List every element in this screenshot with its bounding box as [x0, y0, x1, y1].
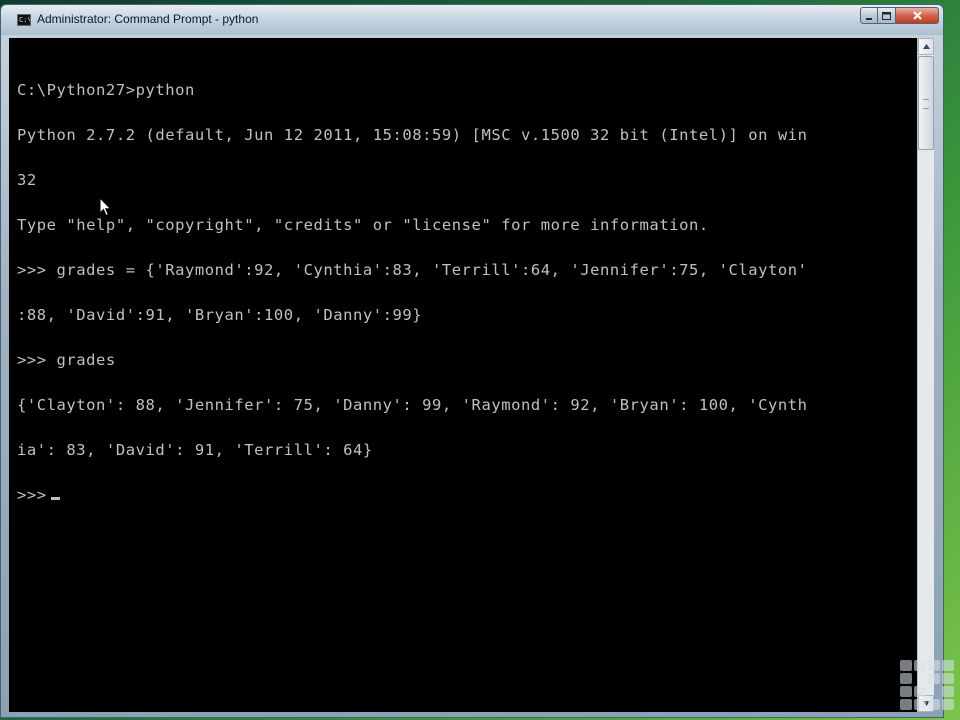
mouse-pointer-icon — [99, 197, 112, 217]
console-prompt: >>> — [17, 486, 47, 504]
watermark-cell — [942, 673, 954, 684]
console-line: ia': 83, 'David': 91, 'Terrill': 64} — [17, 441, 373, 459]
watermark-cell — [942, 699, 954, 710]
watermark-cell — [928, 699, 940, 710]
vertical-scrollbar[interactable] — [917, 38, 934, 712]
console-line: {'Clayton': 88, 'Jennifer': 75, 'Danny':… — [17, 396, 808, 414]
watermark-cell — [900, 686, 912, 697]
console-line: Python 2.7.2 (default, Jun 12 2011, 15:0… — [17, 126, 808, 144]
text-cursor — [50, 497, 60, 500]
console-line: >>> grades = {'Raymond':92, 'Cynthia':83… — [17, 261, 808, 279]
minimize-icon — [866, 17, 872, 20]
close-icon — [912, 11, 922, 20]
close-button[interactable] — [896, 7, 939, 24]
maximize-button[interactable] — [878, 7, 896, 24]
watermark-cell — [900, 699, 912, 710]
console-line: Type "help", "copyright", "credits" or "… — [17, 216, 709, 234]
console-prompt-line[interactable]: >>> — [17, 486, 808, 504]
console-line: C:\Python27>python — [17, 81, 195, 99]
arrow-up-icon — [922, 44, 930, 49]
watermark-cell — [928, 673, 940, 684]
window-title: Administrator: Command Prompt - python — [37, 12, 259, 26]
console-line: >>> grades — [17, 351, 116, 369]
title-bar[interactable]: C:\ Administrator: Command Prompt - pyth… — [1, 5, 943, 35]
console-line: :88, 'David':91, 'Bryan':100, 'Danny':99… — [17, 306, 423, 324]
command-prompt-window[interactable]: C:\ Administrator: Command Prompt - pyth… — [0, 4, 944, 718]
watermark-cell — [900, 660, 912, 671]
watermark-cell — [942, 686, 954, 697]
cmd-icon[interactable]: C:\ — [17, 14, 31, 26]
watermark-logo — [900, 660, 958, 712]
watermark-cell — [914, 673, 926, 684]
console-output-area[interactable]: C:\Python27>python Python 2.7.2 (default… — [9, 38, 917, 712]
scroll-up-button[interactable] — [918, 38, 934, 55]
watermark-cell — [928, 686, 940, 697]
caption-buttons — [860, 7, 939, 25]
minimize-button[interactable] — [860, 7, 878, 24]
grip-icon — [923, 99, 929, 109]
console-text: C:\Python27>python Python 2.7.2 (default… — [17, 53, 808, 533]
watermark-cell — [914, 686, 926, 697]
watermark-cell — [942, 660, 954, 671]
watermark-cell — [914, 699, 926, 710]
watermark-cell — [900, 673, 912, 684]
watermark-cell — [928, 660, 940, 671]
scroll-thumb[interactable] — [918, 56, 934, 150]
maximize-icon — [882, 11, 891, 20]
console-line: 32 — [17, 171, 37, 189]
watermark-cell — [914, 660, 926, 671]
